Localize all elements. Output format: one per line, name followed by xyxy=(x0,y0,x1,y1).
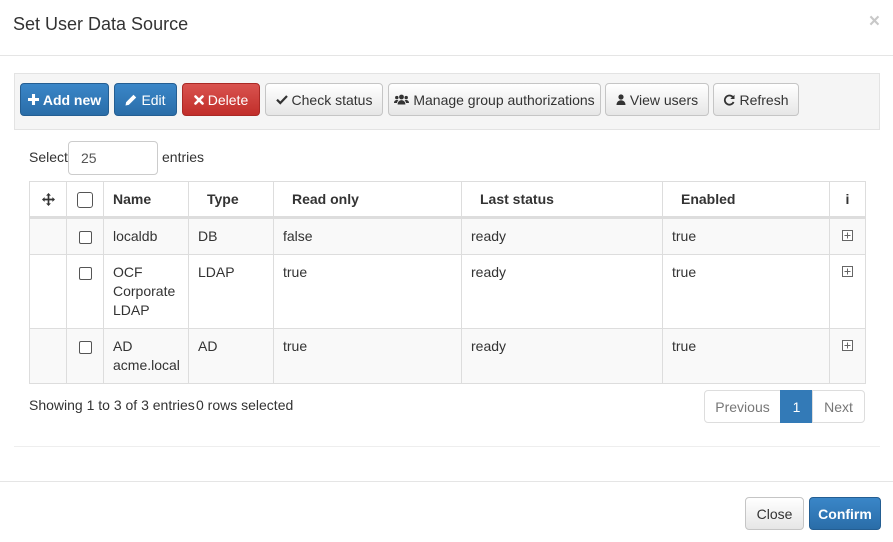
dialog-title: Set User Data Source xyxy=(13,14,189,34)
delete-button[interactable]: Delete xyxy=(182,83,260,116)
manage-group-authorizations-label: Manage group authorizations xyxy=(413,91,595,108)
row-checkbox[interactable] xyxy=(78,230,92,244)
plus-icon xyxy=(27,94,39,105)
view-users-label: View users xyxy=(629,91,699,108)
move-icon xyxy=(41,193,55,207)
row-select-cell[interactable] xyxy=(66,328,104,384)
name-column-header[interactable]: Name xyxy=(103,181,189,219)
table-row[interactable]: OCF Corporate LDAP LDAP true ready true xyxy=(29,254,866,329)
expand-plus-icon[interactable] xyxy=(842,340,853,351)
divider xyxy=(14,446,880,447)
users-icon xyxy=(394,94,410,105)
pagination-page-1[interactable]: 1 xyxy=(780,390,813,423)
confirm-button[interactable]: Confirm xyxy=(809,497,881,530)
edit-label: Edit xyxy=(141,91,166,108)
name-cell: localdb xyxy=(103,217,189,255)
row-select-cell[interactable] xyxy=(66,254,104,329)
manage-group-authorizations-button[interactable]: Manage group authorizations xyxy=(388,83,601,116)
column-reorder-header[interactable] xyxy=(29,181,67,219)
row-select-cell[interactable] xyxy=(66,217,104,255)
expand-plus-icon[interactable] xyxy=(842,230,853,241)
select-all-checkbox[interactable] xyxy=(77,191,93,208)
close-button[interactable]: Close xyxy=(745,497,804,530)
last-status-cell: ready xyxy=(461,254,663,329)
row-checkbox[interactable] xyxy=(78,266,92,280)
user-icon xyxy=(616,94,626,105)
type-cell: LDAP xyxy=(188,254,274,329)
page-size-input[interactable] xyxy=(68,141,158,175)
toolbar: Add new Edit Delete Check status Manage … xyxy=(14,73,880,130)
enabled-cell: true xyxy=(662,217,830,255)
pencil-icon xyxy=(125,94,137,105)
times-icon xyxy=(193,94,204,105)
table-header-row: Name Type Read only Last status Enabled … xyxy=(29,181,866,219)
refresh-icon xyxy=(724,94,735,106)
edit-button[interactable]: Edit xyxy=(114,83,177,116)
footer-divider xyxy=(0,481,893,482)
table-row[interactable]: localdb DB false ready true xyxy=(29,217,866,255)
add-new-button[interactable]: Add new xyxy=(20,83,109,116)
table-row[interactable]: AD acme.local AD true ready true xyxy=(29,328,866,384)
row-checkbox[interactable] xyxy=(78,340,92,354)
name-cell: AD acme.local xyxy=(103,328,189,384)
dialog-header: Set User Data Source × xyxy=(0,0,893,56)
pagination-previous[interactable]: Previous xyxy=(704,390,781,423)
data-sources-table: Name Type Read only Last status Enabled … xyxy=(29,181,866,384)
last-status-cell: ready xyxy=(461,328,663,384)
row-drag-cell[interactable] xyxy=(29,328,67,384)
type-cell: DB xyxy=(188,217,274,255)
expand-plus-icon[interactable] xyxy=(842,266,853,277)
read-only-cell: false xyxy=(273,217,462,255)
enabled-cell: true xyxy=(662,328,830,384)
enabled-cell: true xyxy=(662,254,830,329)
type-column-header[interactable]: Type xyxy=(188,181,274,219)
selection-info: 0 rows selected xyxy=(196,397,294,413)
table-info: Showing 1 to 3 of 3 entries xyxy=(29,397,195,413)
name-cell: OCF Corporate LDAP xyxy=(103,254,189,329)
expand-cell[interactable] xyxy=(829,217,866,255)
expand-cell[interactable] xyxy=(829,328,866,384)
length-suffix: entries xyxy=(162,149,205,165)
row-drag-cell[interactable] xyxy=(29,217,67,255)
check-status-button[interactable]: Check status xyxy=(265,83,383,116)
length-prefix: Select xyxy=(29,149,68,165)
select-all-header[interactable] xyxy=(66,181,104,219)
last-status-column-header[interactable]: Last status xyxy=(461,181,663,219)
delete-label: Delete xyxy=(207,91,249,108)
last-status-cell: ready xyxy=(461,217,663,255)
refresh-button[interactable]: Refresh xyxy=(713,83,799,116)
refresh-label: Refresh xyxy=(739,91,789,108)
expand-cell[interactable] xyxy=(829,254,866,329)
check-status-label: Check status xyxy=(291,91,373,108)
add-new-label: Add new xyxy=(42,91,102,108)
read-only-column-header[interactable]: Read only xyxy=(273,181,462,219)
read-only-cell: true xyxy=(273,254,462,329)
close-icon[interactable]: × xyxy=(869,12,880,31)
read-only-cell: true xyxy=(273,328,462,384)
enabled-column-header[interactable]: Enabled xyxy=(662,181,830,219)
pagination-next[interactable]: Next xyxy=(812,390,865,423)
row-drag-cell[interactable] xyxy=(29,254,67,329)
type-cell: AD xyxy=(188,328,274,384)
view-users-button[interactable]: View users xyxy=(605,83,709,116)
info-column-header: i xyxy=(829,181,866,219)
check-icon xyxy=(275,95,288,105)
